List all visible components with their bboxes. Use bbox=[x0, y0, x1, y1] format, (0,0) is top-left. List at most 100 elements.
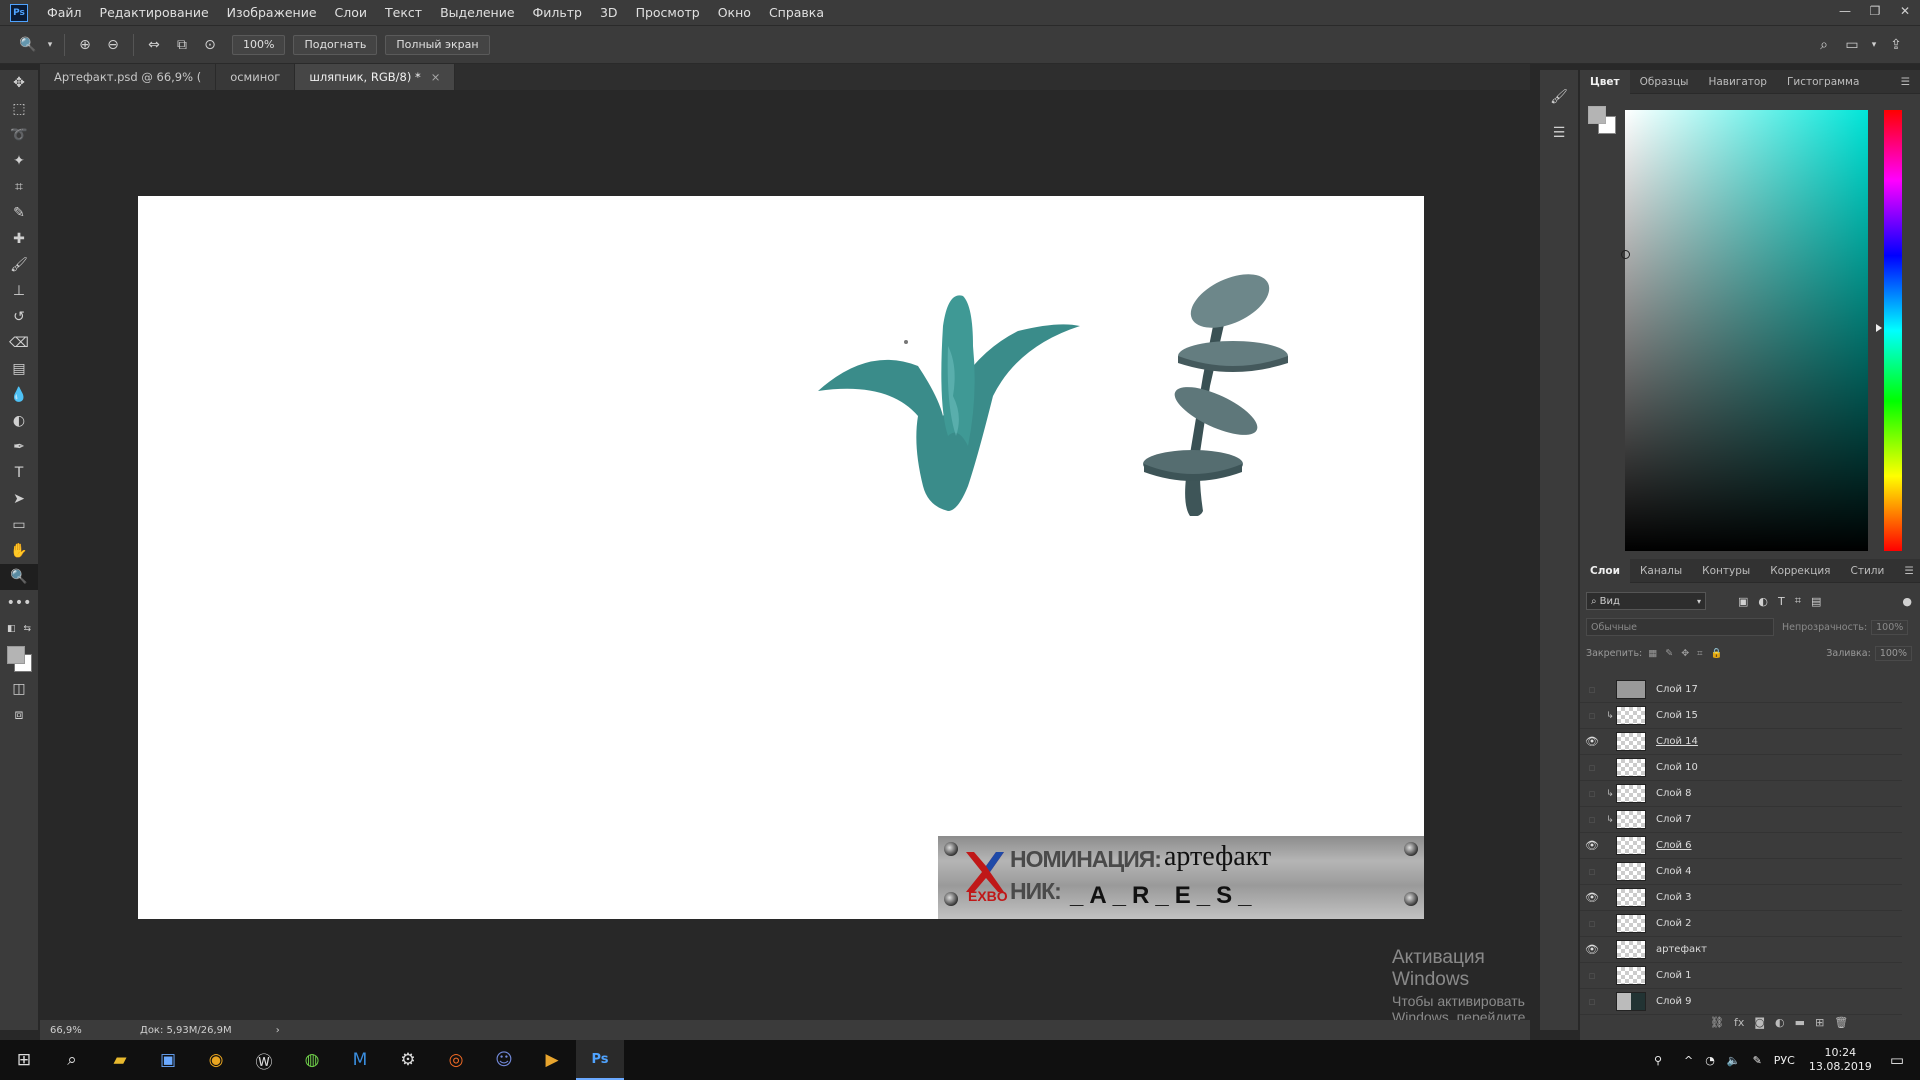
search-icon[interactable]: ⌕ bbox=[48, 1040, 96, 1080]
layer-row[interactable]: ▫ ↳ Слой 7 bbox=[1580, 807, 1902, 833]
type-tool-icon[interactable]: T bbox=[0, 460, 38, 486]
menu-3d[interactable]: 3D bbox=[591, 0, 627, 26]
tab-navigator[interactable]: Навигатор bbox=[1698, 70, 1777, 94]
zoom-all-windows-icon[interactable]: ⧉ bbox=[170, 33, 194, 57]
menu-select[interactable]: Выделение bbox=[431, 0, 523, 26]
panel-menu-icon[interactable]: ☰ bbox=[1891, 70, 1920, 94]
eye-hidden-icon[interactable]: ▫ bbox=[1580, 917, 1604, 930]
resize-windows-icon[interactable]: ⇔ bbox=[142, 33, 166, 57]
tab-styles[interactable]: Стили bbox=[1841, 559, 1895, 583]
tab-color[interactable]: Цвет bbox=[1580, 69, 1630, 94]
lock-all-icon[interactable]: 🔒 bbox=[1711, 648, 1723, 659]
eye-hidden-icon[interactable]: ▫ bbox=[1580, 787, 1604, 800]
tab-histogram[interactable]: Гистограмма bbox=[1777, 70, 1869, 94]
lock-position-icon[interactable]: ✥ bbox=[1681, 648, 1689, 659]
filter-smart-object-icon[interactable]: ▤ bbox=[1811, 595, 1821, 608]
screen-mode-icon[interactable]: ⧈ bbox=[0, 702, 38, 728]
layer-filter-select[interactable]: ⌕ Вид ▾ bbox=[1586, 592, 1706, 610]
layer-row[interactable]: ▫ Слой 1 bbox=[1580, 963, 1902, 989]
minimize-icon[interactable]: — bbox=[1830, 0, 1860, 22]
share-icon[interactable]: ⇪ bbox=[1884, 33, 1908, 57]
layer-style-icon[interactable]: fx bbox=[1734, 1016, 1744, 1029]
discord-icon[interactable]: ☺ bbox=[480, 1040, 528, 1080]
menu-edit[interactable]: Редактирование bbox=[91, 0, 218, 26]
add-mask-icon[interactable]: ◙ bbox=[1754, 1016, 1765, 1029]
tab-channels[interactable]: Каналы bbox=[1630, 559, 1692, 583]
filter-shape-icon[interactable]: ⌗ bbox=[1795, 594, 1801, 608]
tab-hatter[interactable]: шляпник, RGB/8) * × bbox=[295, 64, 456, 90]
utorrent-icon[interactable]: ◍ bbox=[288, 1040, 336, 1080]
zoom-tool-icon[interactable]: 🔍 bbox=[16, 33, 40, 57]
crop-tool-icon[interactable]: ⌗ bbox=[0, 174, 38, 200]
new-layer-icon[interactable]: ⊞ bbox=[1815, 1016, 1824, 1029]
brush-tool-icon[interactable]: 🖌 bbox=[0, 252, 38, 278]
layer-row[interactable]: 👁 Слой 14 bbox=[1580, 729, 1902, 755]
hand-tool-icon[interactable]: ✋ bbox=[0, 538, 38, 564]
layer-row[interactable]: ▫ Слой 17 bbox=[1580, 677, 1902, 703]
people-icon[interactable]: ⚲ bbox=[1654, 1054, 1662, 1067]
windows-start-icon[interactable]: ⊞ bbox=[0, 1040, 48, 1080]
filter-adjustment-icon[interactable]: ◐ bbox=[1758, 595, 1768, 608]
eye-icon[interactable]: 👁 bbox=[1580, 943, 1604, 956]
gradient-tool-icon[interactable]: ▤ bbox=[0, 356, 38, 382]
link-layers-icon[interactable]: ⛓ bbox=[1710, 1016, 1724, 1029]
lasso-tool-icon[interactable]: ➰ bbox=[0, 122, 38, 148]
zoom-tool-active-icon[interactable]: 🔍 bbox=[0, 564, 38, 590]
layers-menu-icon[interactable]: ☰ bbox=[1894, 559, 1920, 583]
eye-icon[interactable]: 👁 bbox=[1580, 891, 1604, 904]
pen-icon[interactable]: ✎ bbox=[1753, 1054, 1762, 1067]
workspace-icon[interactable]: ▭ bbox=[1840, 33, 1864, 57]
workspace-chevron-icon[interactable]: ▾ bbox=[1868, 33, 1880, 57]
blend-mode-select[interactable]: Обычные bbox=[1586, 618, 1774, 636]
fill-input[interactable]: 100% bbox=[1874, 645, 1912, 661]
tab-octopus[interactable]: осминог bbox=[216, 64, 296, 90]
healing-brush-tool-icon[interactable]: ✚ bbox=[0, 226, 38, 252]
layer-row[interactable]: ▫ ↳ Слой 15 bbox=[1580, 703, 1902, 729]
status-menu-arrow-icon[interactable]: › bbox=[276, 1025, 280, 1036]
hue-slider[interactable] bbox=[1876, 110, 1902, 551]
history-brush-tool-icon[interactable]: ↺ bbox=[0, 304, 38, 330]
document-canvas[interactable]: EXBO НОМИНАЦИЯ: артефакт НИК: _A_R_E_S_ bbox=[138, 196, 1424, 919]
delete-layer-icon[interactable]: 🗑 bbox=[1834, 1016, 1848, 1029]
layer-row[interactable]: 👁 Слой 3 bbox=[1580, 885, 1902, 911]
more-tools-icon[interactable]: ••• bbox=[0, 590, 38, 616]
new-adjustment-icon[interactable]: ◐ bbox=[1775, 1016, 1785, 1029]
move-tool-icon[interactable]: ✥ bbox=[0, 70, 38, 96]
eye-hidden-icon[interactable]: ▫ bbox=[1580, 865, 1604, 878]
media-player-icon[interactable]: ▶ bbox=[528, 1040, 576, 1080]
layer-row[interactable]: ▫ Слой 10 bbox=[1580, 755, 1902, 781]
tab-paths[interactable]: Контуры bbox=[1692, 559, 1760, 583]
layer-row[interactable]: ▫ Слой 2 bbox=[1580, 911, 1902, 937]
menu-window[interactable]: Окно bbox=[709, 0, 760, 26]
properties-icon[interactable]: ☰ bbox=[1540, 120, 1578, 146]
tab-adjustments[interactable]: Коррекция bbox=[1760, 559, 1840, 583]
tool-preset-chevron-icon[interactable]: ▾ bbox=[44, 33, 56, 57]
dodge-tool-icon[interactable]: ◐ bbox=[0, 408, 38, 434]
filter-pixel-icon[interactable]: ▣ bbox=[1738, 595, 1748, 608]
zoom-in-icon[interactable]: ⊕ bbox=[73, 33, 97, 57]
eye-icon[interactable]: 👁 bbox=[1580, 839, 1604, 852]
menu-file[interactable]: Файл bbox=[38, 0, 91, 26]
quick-mask-icon[interactable]: ◫ bbox=[0, 676, 38, 702]
lock-image-icon[interactable]: ✎ bbox=[1665, 648, 1673, 659]
layer-row[interactable]: ▫ Слой 4 bbox=[1580, 859, 1902, 885]
clone-stamp-tool-icon[interactable]: ⊥ bbox=[0, 278, 38, 304]
close-window-icon[interactable]: ✕ bbox=[1890, 0, 1920, 22]
clock[interactable]: 10:24 13.08.2019 bbox=[1809, 1046, 1872, 1074]
color-picker-field[interactable] bbox=[1621, 110, 1868, 551]
color-swatch-icon[interactable] bbox=[1588, 106, 1618, 136]
layer-row[interactable]: ▫ ↳ Слой 8 bbox=[1580, 781, 1902, 807]
hue-slider-handle-icon[interactable] bbox=[1876, 324, 1882, 332]
zoom-out-icon[interactable]: ⊖ bbox=[101, 33, 125, 57]
new-group-icon[interactable]: ▬ bbox=[1795, 1016, 1805, 1029]
photoshop-taskbar-icon[interactable]: Ps bbox=[576, 1040, 624, 1080]
language-indicator[interactable]: РУС bbox=[1774, 1054, 1795, 1067]
opacity-input[interactable]: 100% bbox=[1871, 619, 1909, 635]
menu-view[interactable]: Просмотр bbox=[627, 0, 709, 26]
filter-type-icon[interactable]: T bbox=[1778, 595, 1785, 608]
layer-row[interactable]: 👁 артефакт bbox=[1580, 937, 1902, 963]
eye-hidden-icon[interactable]: ▫ bbox=[1580, 709, 1604, 722]
origin-icon[interactable]: ◎ bbox=[432, 1040, 480, 1080]
brush-settings-icon[interactable]: 🖌 bbox=[1540, 84, 1578, 110]
blur-tool-icon[interactable]: 💧 bbox=[0, 382, 38, 408]
